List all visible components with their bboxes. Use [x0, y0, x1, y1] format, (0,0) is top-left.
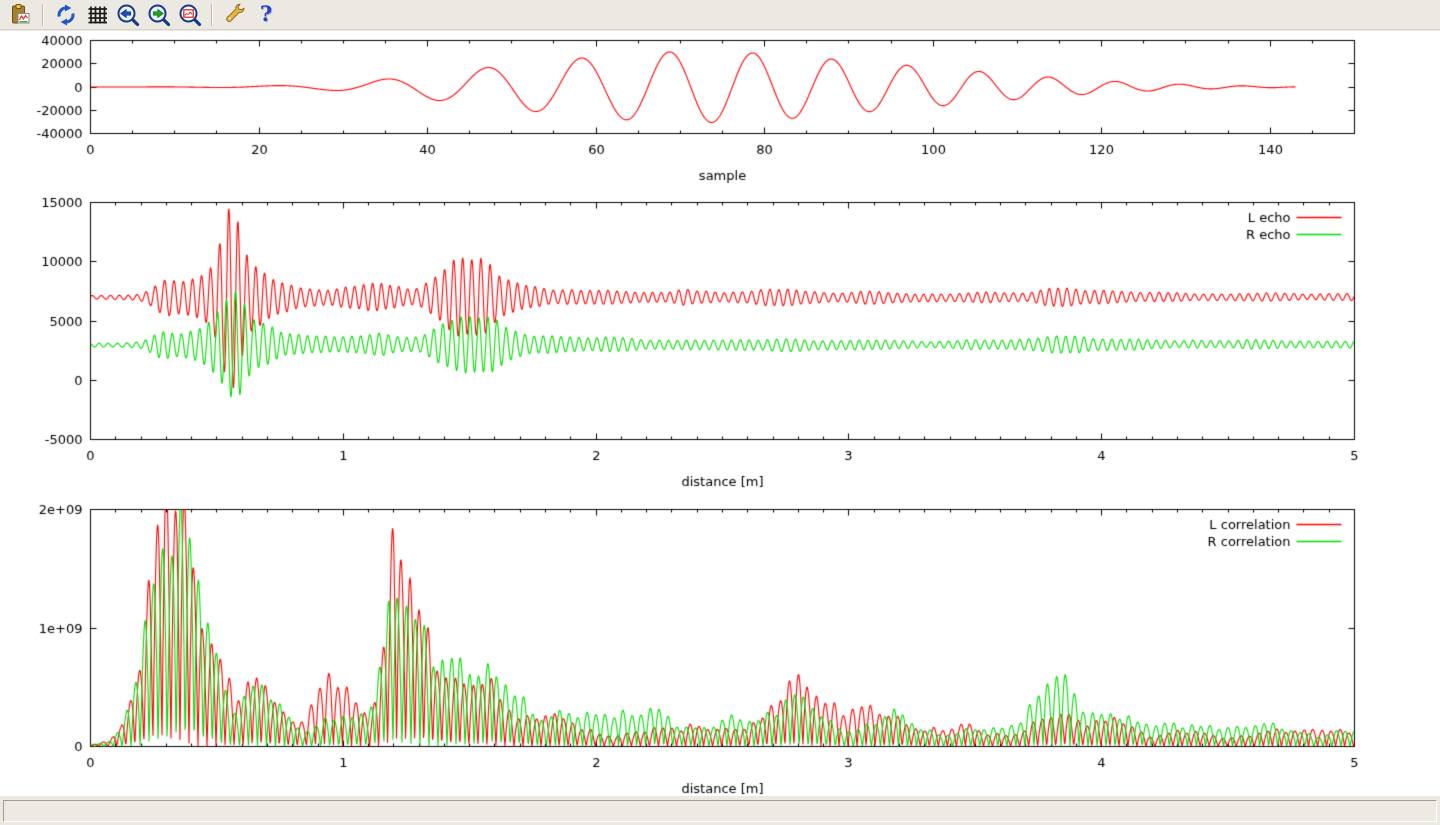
status-bar	[0, 795, 1440, 825]
toggle-grid-button[interactable]	[83, 1, 110, 28]
zoom-previous-button[interactable]	[114, 1, 141, 28]
zoom-next-icon	[147, 3, 171, 27]
svg-text:?: ?	[259, 3, 271, 26]
zoom-full-icon	[178, 3, 202, 27]
copy-to-clipboard-button[interactable]	[7, 1, 34, 28]
question-mark-icon: ? ?	[254, 3, 278, 27]
wrench-icon	[223, 3, 247, 27]
plot-area	[0, 31, 1440, 795]
replot-button[interactable]	[52, 1, 79, 28]
zoom-previous-icon	[116, 3, 140, 27]
refresh-icon	[54, 3, 78, 27]
zoom-next-button[interactable]	[145, 1, 172, 28]
configure-button[interactable]	[221, 1, 248, 28]
toolbar: ? ?	[0, 0, 1440, 30]
plot-canvas[interactable]	[0, 31, 1440, 795]
toolbar-separator	[42, 4, 44, 26]
help-button[interactable]: ? ?	[252, 1, 279, 28]
toolbar-separator	[211, 4, 213, 26]
status-field	[3, 800, 1437, 822]
gnuplot-window: ? ?	[0, 0, 1440, 825]
grid-icon	[85, 3, 109, 27]
autoscale-button[interactable]	[176, 1, 203, 28]
clipboard-chart-icon	[9, 3, 33, 27]
